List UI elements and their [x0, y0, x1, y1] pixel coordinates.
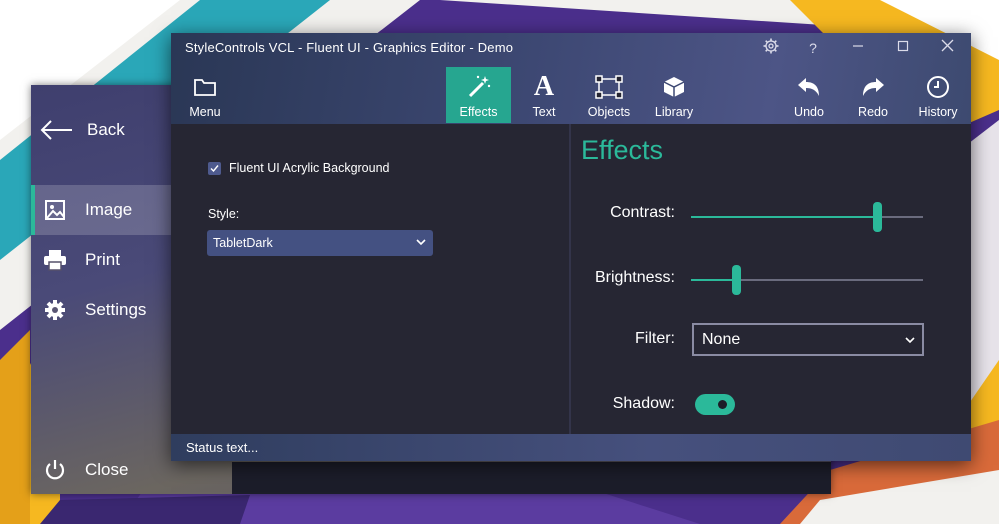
undo-button[interactable]: Undo	[777, 67, 841, 123]
minimize-button[interactable]	[843, 36, 873, 60]
objects-label: Objects	[587, 105, 631, 119]
acrylic-background-label: Fluent UI Acrylic Background	[229, 161, 390, 175]
maximize-button[interactable]	[888, 36, 918, 60]
redo-label: Redo	[858, 105, 888, 119]
minimize-icon	[852, 39, 864, 57]
menu-label: Menu	[189, 105, 221, 119]
effects-label: Effects	[459, 105, 498, 119]
magic-wand-icon	[466, 71, 492, 103]
cube-icon	[662, 71, 686, 103]
status-bar: Status text...	[171, 434, 971, 461]
nav-item-label: Image	[85, 200, 133, 219]
folder-icon	[193, 71, 217, 103]
main-window: StyleControls VCL - Fluent UI - Graphics…	[171, 33, 971, 461]
nav-item-settings[interactable]: Settings	[31, 285, 171, 335]
brightness-slider[interactable]	[691, 264, 923, 295]
style-select-value: TabletDark	[213, 236, 273, 250]
effects-button[interactable]: Effects	[446, 67, 511, 123]
library-button[interactable]: Library	[642, 67, 706, 123]
acrylic-background-checkbox[interactable]: Fluent UI Acrylic Background	[208, 161, 390, 175]
close-icon	[941, 39, 954, 57]
shadow-toggle[interactable]	[695, 394, 735, 415]
close-button[interactable]: Close	[31, 445, 171, 495]
nav-item-label: Print	[85, 250, 120, 269]
gear-icon	[763, 38, 779, 59]
slider-thumb[interactable]	[732, 265, 741, 295]
slider-fill	[691, 216, 879, 218]
filter-select-value: None	[702, 330, 741, 348]
style-select[interactable]: TabletDark	[207, 230, 433, 256]
status-text: Status text...	[186, 440, 259, 455]
image-icon	[43, 198, 67, 222]
back-button[interactable]: Back	[31, 105, 171, 155]
chevron-down-icon	[904, 333, 916, 351]
history-button[interactable]: History	[906, 67, 970, 123]
filter-select[interactable]: None	[692, 323, 924, 356]
brightness-label: Brightness:	[594, 269, 675, 286]
checkmark-icon	[208, 161, 221, 175]
help-button[interactable]: ?	[798, 36, 828, 60]
undo-label: Undo	[794, 105, 824, 119]
library-label: Library	[654, 105, 694, 119]
close-label: Close	[85, 460, 129, 479]
text-letter-icon: A	[533, 71, 555, 102]
shadow-label: Shadow:	[612, 395, 675, 412]
pane-bottom-strip	[232, 462, 831, 494]
nav-item-image[interactable]: Image	[31, 185, 171, 235]
undo-arrow-icon	[796, 71, 822, 103]
filter-label: Filter:	[635, 330, 675, 347]
select-objects-icon	[595, 71, 623, 103]
text-label: Text	[532, 105, 556, 119]
slider-thumb[interactable]	[873, 202, 882, 232]
gear-icon	[43, 298, 67, 322]
printer-icon	[43, 248, 67, 272]
window-title: StyleControls VCL - Fluent UI - Graphics…	[185, 40, 514, 55]
maximize-icon	[897, 39, 909, 57]
nav-item-label: Settings	[85, 300, 147, 319]
title-and-toolbar: StyleControls VCL - Fluent UI - Graphics…	[171, 33, 971, 124]
contrast-slider[interactable]	[691, 201, 923, 232]
power-icon	[43, 458, 67, 482]
contrast-label: Contrast:	[610, 204, 675, 221]
toggle-knob	[718, 400, 727, 409]
text-button[interactable]: A Text	[512, 67, 576, 123]
objects-button[interactable]: Objects	[577, 67, 641, 123]
close-window-button[interactable]	[932, 36, 962, 60]
back-label: Back	[87, 120, 125, 139]
clock-icon	[926, 71, 950, 103]
question-mark-icon: ?	[809, 40, 817, 56]
style-label: Style:	[208, 207, 240, 221]
slider-fill	[691, 279, 737, 281]
menu-button[interactable]: Menu	[173, 67, 237, 123]
redo-arrow-icon	[860, 71, 886, 103]
effects-heading: Effects	[581, 135, 664, 165]
nav-item-print[interactable]: Print	[31, 235, 171, 285]
arrow-left-icon	[39, 118, 73, 142]
redo-button[interactable]: Redo	[841, 67, 905, 123]
settings-caption-button[interactable]	[756, 36, 786, 60]
chevron-down-icon	[415, 236, 427, 251]
history-label: History	[918, 105, 958, 119]
